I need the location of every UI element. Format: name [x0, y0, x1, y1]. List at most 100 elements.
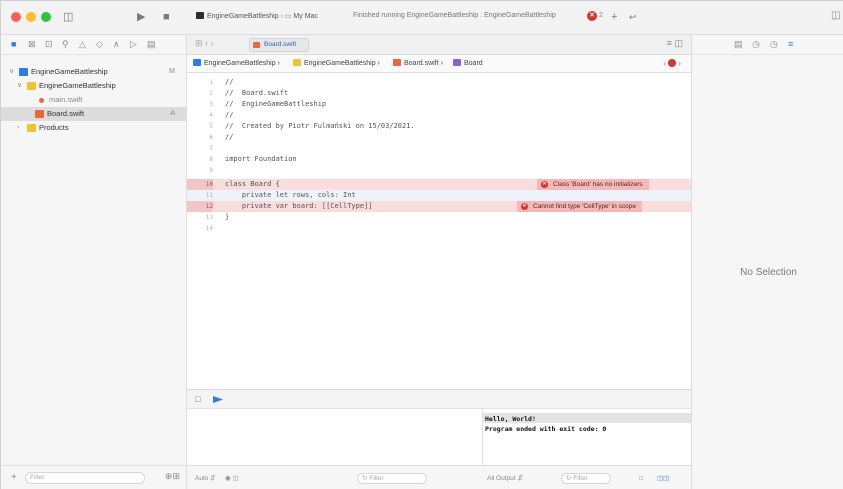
- issue-message[interactable]: ✕ Cannot find type 'CellType' in scope: [517, 201, 642, 212]
- destination-name: My Mac: [293, 13, 318, 20]
- activity-status: Finished running EngineGameBattleship : …: [353, 12, 556, 19]
- console-line: Program ended with exit code: 0: [485, 425, 607, 433]
- navigator-filter-input[interactable]: Filter: [25, 472, 145, 484]
- issue-message[interactable]: ✕ Class 'Board' has no initializers: [537, 179, 649, 190]
- source-control-icon[interactable]: ⊠: [28, 39, 36, 50]
- line-number: 4: [209, 112, 213, 119]
- breadcrumb-symbol[interactable]: Board: [453, 55, 483, 73]
- line-number: 9: [209, 167, 213, 174]
- folder-icon[interactable]: ■: [11, 39, 16, 49]
- swift-file-icon: [253, 42, 260, 48]
- sidebar-item-main-swift[interactable]: main.swift: [1, 93, 187, 107]
- run-icon[interactable]: ▶: [137, 10, 145, 24]
- code-line: 7: [187, 143, 691, 154]
- breakpoint-icon[interactable]: ▷: [130, 39, 137, 50]
- editor-options-icon[interactable]: ≡ ◫: [667, 38, 683, 49]
- console-view[interactable]: Hello, World! Program ended with exit co…: [483, 409, 691, 465]
- zoom-window-button[interactable]: [41, 12, 51, 22]
- error-count: 2: [599, 12, 603, 19]
- tab-label: Board.swift: [264, 41, 297, 48]
- navigator-selector-bar: ■ ⊠ ⊡ ⚲ △ ◇ ∧ ▷ ▤: [1, 35, 187, 55]
- code-line: 8 import Foundation: [187, 154, 691, 165]
- line-text: import Foundation: [225, 155, 297, 163]
- debug-icon[interactable]: ∧: [113, 39, 120, 50]
- line-text: //: [225, 133, 234, 141]
- symbol-icon[interactable]: ⊡: [45, 39, 53, 50]
- breadcrumb-label: Board: [464, 60, 483, 67]
- error-icon: [668, 59, 677, 67]
- file-icon[interactable]: ▤: [734, 39, 743, 50]
- sidebar-item-group[interactable]: ∨ EngineGameBattleship: [1, 79, 187, 93]
- code-line-current: 11 private let rows, cols: Int: [187, 190, 691, 201]
- sidebar-item-label: Products: [39, 123, 69, 132]
- sidebar-item-label: EngineGameBattleship: [31, 67, 108, 76]
- warning-icon[interactable]: △: [79, 39, 86, 50]
- app-icon: [196, 12, 204, 19]
- status-badge: M: [169, 68, 175, 75]
- inspector-toggle-icon[interactable]: ◫: [831, 10, 840, 21]
- report-icon[interactable]: ▤: [147, 39, 156, 50]
- minimize-window-button[interactable]: [26, 12, 36, 22]
- close-window-button[interactable]: [11, 12, 21, 22]
- test-icon[interactable]: ◇: [96, 39, 103, 50]
- project-navigator: ■ ⊠ ⊡ ⚲ △ ◇ ∧ ▷ ▤ ∨ EngineGameBattleship…: [1, 35, 187, 465]
- output-select[interactable]: All Output ⇵: [487, 466, 523, 489]
- attributes-icon[interactable]: ≡: [788, 39, 793, 49]
- chevron-down-icon[interactable]: ∨: [17, 79, 22, 93]
- jump-bar: EngineGameBattleship › EngineGameBattles…: [187, 55, 691, 73]
- code-line: 5 // Created by Piotr Fulmański on 15/03/…: [187, 121, 691, 132]
- trash-icon[interactable]: □: [639, 466, 643, 489]
- sidebar-item-board-swift[interactable]: Board.swift A: [1, 107, 187, 121]
- continue-icon[interactable]: [213, 396, 223, 403]
- hide-debug-area-icon[interactable]: □: [195, 394, 200, 404]
- project-icon: [193, 59, 201, 66]
- split-view-icon[interactable]: ◫◫: [657, 466, 669, 489]
- line-number: 8: [209, 156, 213, 163]
- sidebar-toggle-icon[interactable]: ◫: [63, 10, 73, 24]
- tab-board-swift[interactable]: Board.swift: [249, 38, 309, 52]
- filter-options-icon[interactable]: ⊕⊞: [165, 471, 180, 482]
- breadcrumb-project[interactable]: EngineGameBattleship ›: [193, 55, 280, 73]
- line-number: 6: [209, 134, 213, 141]
- code-editor[interactable]: 1 // 2 // Board.swift 3 // EngineGameBattle…: [187, 73, 691, 389]
- sidebar-item-project[interactable]: ∨ EngineGameBattleship M: [1, 65, 187, 79]
- breadcrumb-file[interactable]: Board.swift ›: [393, 55, 443, 73]
- help-icon[interactable]: ◷: [770, 39, 778, 50]
- sidebar-item-products[interactable]: › Products: [1, 121, 187, 135]
- line-number: 12: [187, 201, 213, 212]
- sidebar-item-label: EngineGameBattleship: [39, 81, 116, 90]
- mac-icon: ▭: [284, 13, 292, 20]
- library-add-button[interactable]: +: [611, 10, 617, 24]
- debug-bar: □: [187, 389, 691, 409]
- swift-file-icon: [393, 59, 401, 66]
- history-icon[interactable]: ◷: [752, 39, 760, 50]
- find-icon[interactable]: ⚲: [62, 39, 69, 50]
- line-number: 5: [209, 123, 213, 130]
- navigator-filter-bar: + Filter ⊕⊞: [1, 465, 187, 489]
- auto-scope-select[interactable]: Auto ⇵: [195, 466, 216, 489]
- code-review-icon[interactable]: ↩: [629, 10, 637, 24]
- swift-file-icon: [35, 110, 44, 118]
- stop-icon[interactable]: ■: [163, 10, 170, 24]
- chevron-right-icon[interactable]: ›: [17, 121, 19, 135]
- info-icon[interactable]: ◉ ◫: [225, 466, 239, 489]
- issue-navigation[interactable]: ‹ ›: [663, 55, 681, 73]
- console-filter-input[interactable]: ↻ Filter: [561, 473, 611, 484]
- folder-icon: [293, 59, 301, 66]
- line-number: 11: [205, 192, 213, 199]
- variables-filter-input[interactable]: ↻ Filter: [357, 473, 427, 484]
- chevron-down-icon[interactable]: ∨: [9, 65, 14, 79]
- grid-icon[interactable]: ⊞ ‹ ›: [195, 38, 214, 49]
- issue-text: Cannot find type 'CellType' in scope: [533, 203, 636, 210]
- line-text: class Board {: [225, 180, 280, 188]
- code-line: 6 //: [187, 132, 691, 143]
- line-number: 13: [205, 214, 213, 221]
- line-text: // Board.swift: [225, 89, 289, 97]
- error-icon[interactable]: ✕: [587, 11, 597, 21]
- code-line: 1 //: [187, 77, 691, 88]
- scheme-name: EngineGameBattleship: [207, 13, 279, 20]
- scheme-selector[interactable]: EngineGameBattleship › ▭ My Mac: [196, 12, 318, 20]
- add-icon[interactable]: +: [11, 472, 17, 483]
- breadcrumb-group[interactable]: EngineGameBattleship ›: [293, 55, 380, 73]
- sidebar-item-label: Board.swift: [47, 109, 85, 118]
